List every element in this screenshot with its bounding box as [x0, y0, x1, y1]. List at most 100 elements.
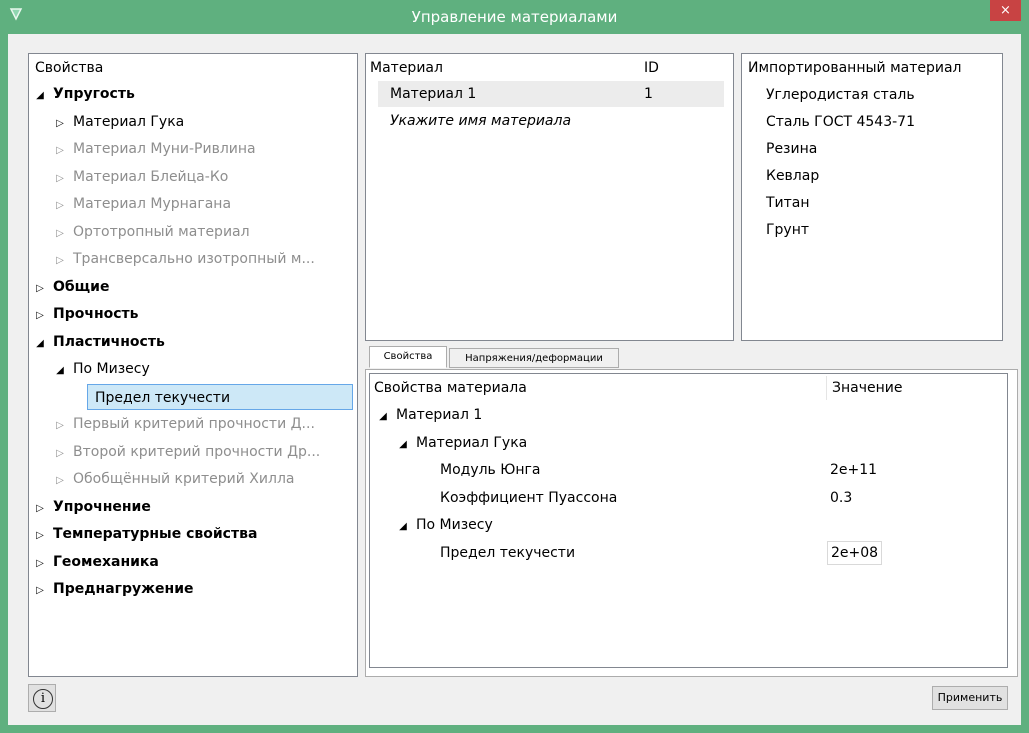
tree-item[interactable]: ▷ Материал Мурнагана: [53, 191, 231, 217]
close-button[interactable]: ×: [990, 0, 1021, 21]
property-label: Материал 1: [396, 407, 483, 423]
list-item[interactable]: Титан: [766, 190, 810, 216]
expand-arrow-icon[interactable]: ▷: [53, 138, 67, 164]
tree-item-label: Ортотропный материал: [73, 223, 250, 240]
tree-item[interactable]: ▷ Ортотропный материал: [53, 219, 250, 247]
collapse-arrow-icon[interactable]: ◢: [33, 83, 47, 109]
tree-item[interactable]: ▷ Материал Муни-Ривлина: [53, 136, 256, 162]
tree-item-label: Геомеханика: [53, 553, 159, 570]
expand-arrow-icon[interactable]: ▷: [53, 111, 67, 137]
tree-item[interactable]: ▷ Трансверсально изотропный м...: [53, 246, 315, 272]
tree-item[interactable]: ▷ Материал Блейца-Ко: [53, 164, 228, 190]
expand-arrow-icon[interactable]: ▷: [33, 496, 47, 522]
title-bar[interactable]: Управление материалами ×: [0, 0, 1029, 34]
tree-item[interactable]: ▷ Прочность: [33, 301, 139, 329]
tree-item-label: Первый критерий прочности Д...: [73, 416, 315, 432]
tree-item[interactable]: Предел текучести: [87, 383, 353, 410]
table-row[interactable]: ◢ По Мизесу: [370, 512, 1000, 538]
column-header-material: Материал: [370, 60, 443, 76]
column-header-property: Свойства материала: [374, 380, 527, 396]
new-material-placeholder[interactable]: Укажите имя материала: [390, 108, 571, 134]
property-label: Модуль Юнга: [440, 462, 541, 478]
material-name-cell: Материал 1: [390, 86, 477, 102]
tree-item-label: Материал Муни-Ривлина: [73, 141, 256, 157]
properties-tree-panel[interactable]: Свойства ◢ Упругость ▷ Материал Гука ▷ Матери…: [28, 53, 358, 677]
material-id-cell: 1: [644, 86, 653, 102]
property-label: Предел текучести: [440, 544, 576, 561]
tree-item-label: Упрочнение: [53, 498, 151, 515]
expand-arrow-icon[interactable]: ▷: [53, 441, 67, 467]
list-item[interactable]: Резина: [766, 136, 817, 162]
tree-item[interactable]: ▷ Преднагружение: [33, 576, 194, 604]
column-divider: [826, 376, 827, 400]
tree-item[interactable]: ◢ По Мизесу: [53, 356, 150, 382]
tree-item-label: Трансверсально изотропный м...: [73, 251, 315, 267]
tree-item-label: Общие: [53, 278, 110, 295]
collapse-arrow-icon[interactable]: ◢: [376, 404, 390, 430]
collapse-arrow-icon[interactable]: ◢: [33, 331, 47, 357]
column-header-value: Значение: [832, 380, 903, 396]
tree-item-label: Прочность: [53, 306, 139, 322]
tree-item-label: Упругость: [53, 86, 135, 102]
table-row[interactable]: Модуль Юнга 2e+11: [370, 457, 1000, 483]
tree-item-label: Материал Мурнагана: [73, 196, 232, 212]
properties-tree-header: Свойства: [35, 60, 104, 76]
property-label: Материал Гука: [416, 434, 528, 451]
tree-item[interactable]: ◢ Пластичность: [33, 329, 165, 355]
table-row[interactable]: Предел текучести 2e+08: [370, 540, 1000, 566]
value-editor[interactable]: 2e+08: [827, 540, 883, 565]
table-row[interactable]: Коэффициент Пуассона 0.3: [370, 485, 1000, 511]
property-label: Коэффициент Пуассона: [440, 489, 618, 506]
tree-item-label: По Мизесу: [73, 361, 150, 377]
tree-item-label: Пластичность: [53, 333, 165, 350]
tree-item[interactable]: ▷ Упрочнение: [33, 494, 151, 520]
tree-item[interactable]: ▷ Второй критерий прочности Др...: [53, 439, 320, 465]
expand-arrow-icon[interactable]: ▷: [33, 578, 47, 604]
material-properties-table[interactable]: Свойства материала Значение ◢ Материал 1 ◢…: [369, 373, 1008, 668]
expand-arrow-icon[interactable]: ▷: [33, 523, 47, 549]
materials-table[interactable]: Материал ID Материал 1 1 Укажите имя мат…: [365, 53, 734, 341]
expand-arrow-icon[interactable]: ▷: [33, 276, 47, 302]
expand-arrow-icon[interactable]: ▷: [53, 166, 67, 192]
collapse-arrow-icon[interactable]: ◢: [53, 358, 67, 384]
expand-arrow-icon[interactable]: ▷: [33, 551, 47, 577]
info-icon: i: [33, 689, 53, 709]
table-row[interactable]: ◢ Материал 1: [370, 402, 1000, 428]
list-item[interactable]: Сталь ГОСТ 4543-71: [766, 109, 915, 135]
expand-arrow-icon[interactable]: ▷: [53, 193, 67, 219]
list-item[interactable]: Грунт: [766, 217, 809, 243]
expand-arrow-icon[interactable]: ▷: [53, 468, 67, 494]
tree-item[interactable]: ▷ Обобщённый критерий Хилла: [53, 466, 294, 492]
table-row[interactable]: Материал 1 1: [378, 81, 724, 107]
tab-properties[interactable]: Свойства: [369, 346, 447, 368]
expand-arrow-icon[interactable]: ▷: [53, 248, 67, 274]
expand-arrow-icon[interactable]: ▷: [33, 303, 47, 329]
expand-arrow-icon[interactable]: ▷: [53, 221, 67, 247]
imported-materials-header: Импортированный материал: [748, 60, 962, 76]
property-value: 2e+11: [830, 462, 878, 478]
window-title: Управление материалами: [411, 8, 618, 26]
tree-item[interactable]: ▷ Общие: [33, 274, 109, 300]
tree-item-label: Температурные свойства: [53, 526, 258, 542]
tree-item[interactable]: ▷ Геомеханика: [33, 549, 159, 575]
tree-item[interactable]: ▷ Температурные свойства: [33, 521, 257, 547]
tree-item[interactable]: ◢ Упругость: [33, 81, 135, 107]
tab-stress-strain[interactable]: Напряжения/деформации: [449, 348, 619, 368]
column-header-id: ID: [644, 60, 659, 76]
table-row[interactable]: ◢ Материал Гука: [370, 430, 1000, 456]
tree-item[interactable]: ▷ Материал Гука: [53, 109, 184, 135]
list-item[interactable]: Углеродистая сталь: [766, 82, 915, 108]
window: Управление материалами × Свойства ◢ Упруг…: [0, 0, 1029, 733]
tree-item[interactable]: ▷ Первый критерий прочности Д...: [53, 411, 315, 437]
tree-item-label: Предел текучести: [95, 389, 231, 406]
list-item[interactable]: Кевлар: [766, 163, 819, 189]
tree-item-label: Второй критерий прочности Др...: [73, 443, 321, 460]
collapse-arrow-icon[interactable]: ◢: [396, 514, 410, 540]
tree-item-label: Преднагружение: [53, 581, 194, 597]
property-label: По Мизесу: [416, 517, 493, 533]
apply-button[interactable]: Применить: [932, 686, 1008, 710]
info-button[interactable]: i: [28, 684, 56, 712]
imported-materials-list[interactable]: Импортированный материал Углеродистая ст…: [741, 53, 1003, 341]
collapse-arrow-icon[interactable]: ◢: [396, 432, 410, 458]
expand-arrow-icon[interactable]: ▷: [53, 413, 67, 439]
